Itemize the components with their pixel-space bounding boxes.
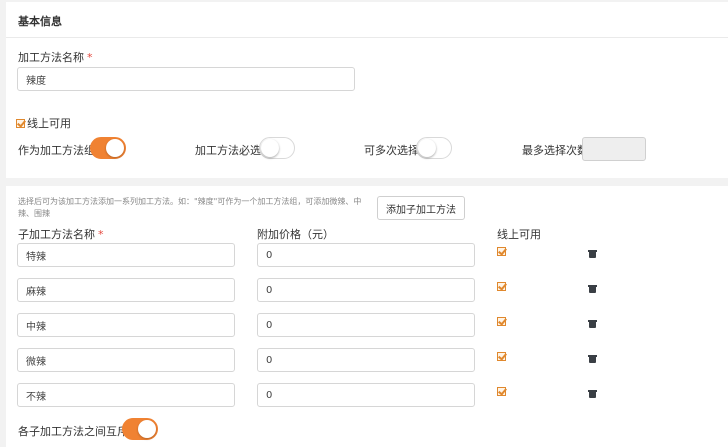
method-name-input[interactable] [17,67,355,91]
col-name-label: 子加工方法名称 * [18,228,104,241]
max-select-label: 最多选择次数 [522,144,588,157]
col-price-label: 附加价格（元） [257,228,334,241]
max-select-input[interactable] [582,137,646,161]
required-label: 加工方法必选 [195,144,261,157]
sub-method-online-checkbox[interactable] [497,282,506,291]
sub-method-price-input[interactable] [257,278,475,302]
sub-method-online-checkbox[interactable] [497,317,506,326]
sub-method-price-input[interactable] [257,243,475,267]
required-toggle[interactable] [259,137,295,159]
toggle-knob [106,139,124,157]
mutual-exclusive-toggle[interactable] [122,418,158,440]
sub-method-online-checkbox[interactable] [497,352,506,361]
as-group-label: 作为加工方法组 [18,144,95,157]
trash-icon[interactable] [588,250,597,258]
sub-method-name-input[interactable] [17,278,235,302]
sub-methods-card: 选择后可为该加工方法添加一系列加工方法。如："辣度"可作为一个加工方法组，可添加… [6,186,728,447]
add-sub-method-button[interactable]: 添加子加工方法 [377,196,465,220]
online-available-checkbox[interactable] [16,119,25,128]
required-mark: * [87,51,93,64]
sub-method-online-checkbox[interactable] [497,247,506,256]
toggle-knob [138,420,156,438]
sub-method-name-input[interactable] [17,313,235,337]
toggle-knob [261,139,279,157]
multi-select-label: 可多次选择 [364,144,419,157]
multi-select-toggle[interactable] [416,137,452,159]
basic-info-header: 基本信息 [6,2,728,38]
sub-method-online-checkbox[interactable] [497,387,506,396]
online-available-label: 线上可用 [27,117,71,130]
section-title: 基本信息 [18,15,62,28]
trash-icon[interactable] [588,285,597,293]
sub-methods-hint: 选择后可为该加工方法添加一系列加工方法。如："辣度"可作为一个加工方法组，可添加… [18,197,362,218]
sub-method-name-input[interactable] [17,243,235,267]
sub-method-name-input[interactable] [17,383,235,407]
method-name-label: 加工方法名称 * [18,51,93,64]
sub-method-price-input[interactable] [257,313,475,337]
basic-info-card: 基本信息 加工方法名称* 线上可用 作为加工方法组 加工方法必选 可多次选择 最… [6,2,728,178]
trash-icon[interactable] [588,390,597,398]
toggle-knob [418,139,436,157]
sub-method-price-input[interactable] [257,348,475,372]
trash-icon[interactable] [588,320,597,328]
as-group-toggle[interactable] [90,137,126,159]
sub-method-price-input[interactable] [257,383,475,407]
required-mark: * [98,228,104,241]
sub-method-name-input[interactable] [17,348,235,372]
mutual-exclusive-label: 各子加工方法之间互斥 [18,425,128,438]
col-online-label: 线上可用 [497,228,541,241]
trash-icon[interactable] [588,355,597,363]
